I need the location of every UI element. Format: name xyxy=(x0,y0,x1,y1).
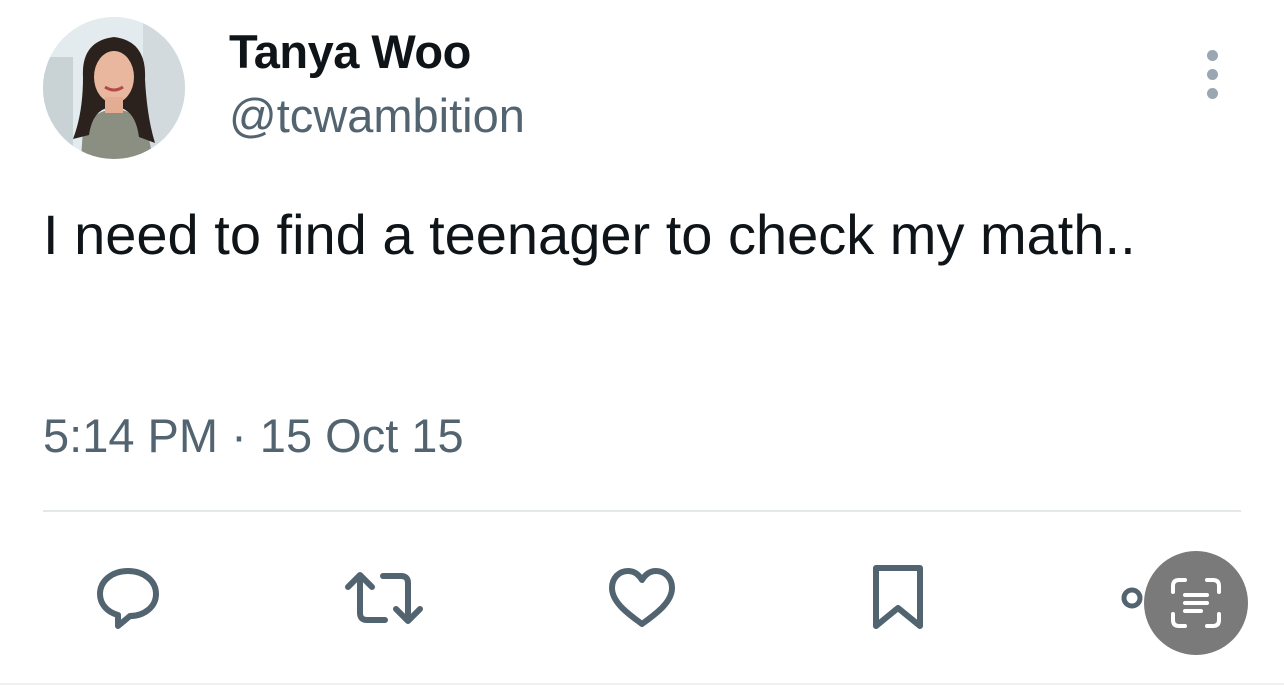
retweet-icon xyxy=(345,572,423,624)
like-icon xyxy=(609,568,675,627)
more-dot-icon xyxy=(1207,88,1218,99)
bookmark-button[interactable] xyxy=(862,562,934,634)
tweet-text: I need to find a teenager to check my ma… xyxy=(43,203,1136,266)
avatar[interactable] xyxy=(43,17,185,159)
author-name[interactable]: Tanya Woo xyxy=(229,24,471,80)
author-handle[interactable]: @tcwambition xyxy=(229,88,525,144)
tweet-timestamp[interactable]: 5:14 PM · 15 Oct 15 xyxy=(43,408,464,464)
reply-button[interactable] xyxy=(92,562,164,634)
retweet-button[interactable] xyxy=(344,562,423,634)
more-dot-icon xyxy=(1207,50,1218,61)
text-scan-icon xyxy=(1171,578,1221,628)
reply-icon xyxy=(97,568,159,629)
bookmark-icon xyxy=(873,565,923,629)
like-button[interactable] xyxy=(606,562,678,634)
divider xyxy=(43,510,1241,512)
text-scan-button[interactable] xyxy=(1144,551,1248,655)
more-dot-icon xyxy=(1207,69,1218,80)
avatar-image xyxy=(43,17,185,159)
bottom-border xyxy=(0,683,1284,685)
more-options-button[interactable] xyxy=(1196,48,1230,102)
